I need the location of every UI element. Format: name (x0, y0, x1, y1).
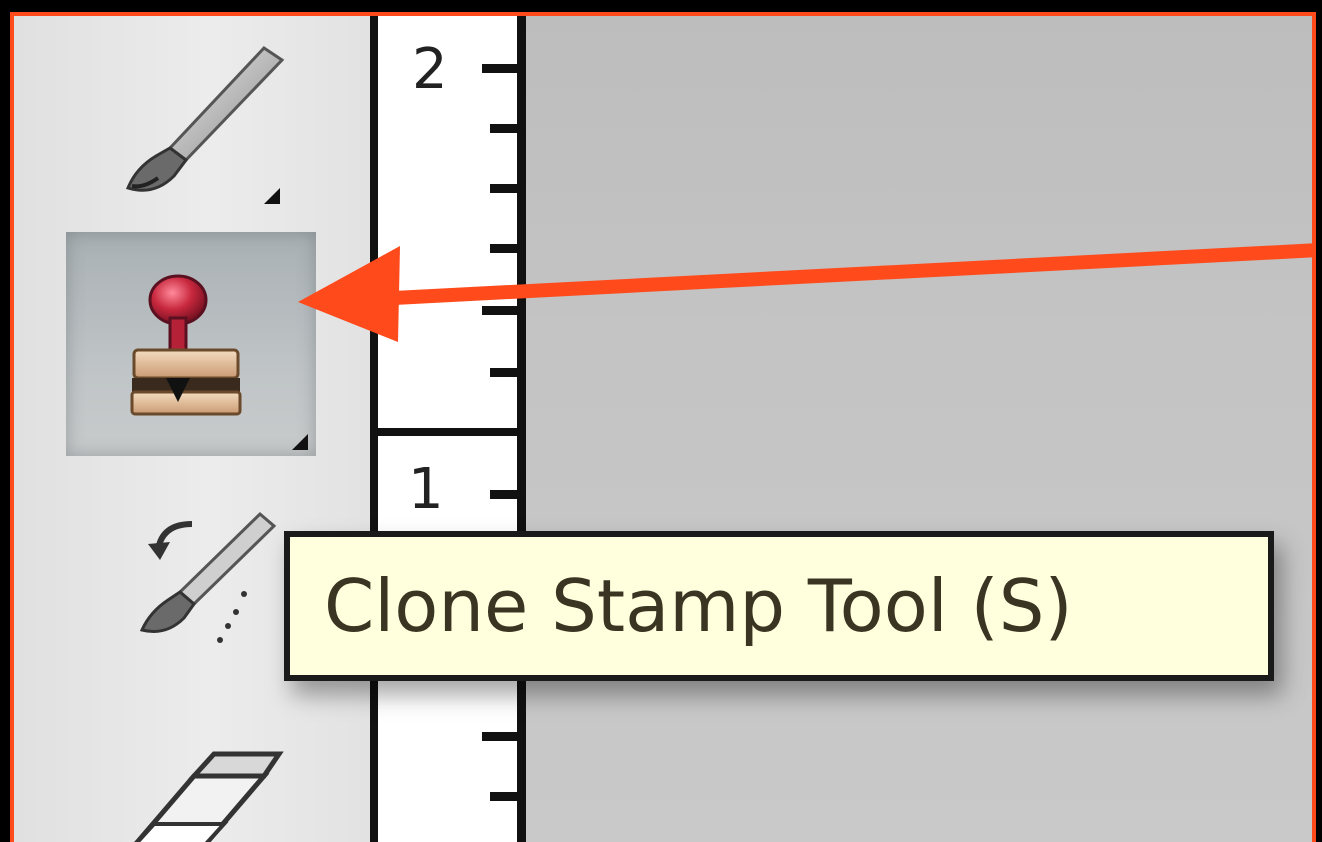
clone-stamp-icon (130, 274, 242, 416)
brush-icon (126, 46, 285, 192)
history-brush-tool[interactable] (132, 494, 292, 654)
ruler-label: 2 (412, 37, 448, 102)
brush-tool[interactable] (114, 38, 304, 208)
ruler-tick (482, 732, 526, 741)
ruler-tick (490, 490, 526, 499)
tool-tooltip: Clone Stamp Tool (S) (284, 531, 1274, 681)
annotation-border: 2 1 Clone Stamp Tool (S) (10, 12, 1316, 842)
history-brush-icon (139, 511, 277, 643)
tool-flyout-indicator (264, 188, 280, 204)
ruler-tick (490, 244, 526, 253)
ruler-tick (490, 368, 526, 377)
tool-flyout-indicator (292, 434, 308, 450)
vertical-ruler: 2 1 (370, 16, 526, 842)
ruler-edge (517, 16, 526, 842)
ruler-tick (490, 792, 526, 801)
eraser-tool[interactable] (114, 746, 284, 842)
ruler-major-tick (378, 428, 526, 436)
ruler-tick (482, 64, 526, 73)
ruler-tick (490, 184, 526, 193)
eraser-icon (134, 751, 284, 842)
document-canvas[interactable] (526, 16, 1312, 842)
screenshot-frame: 2 1 Clone Stamp Tool (S) (0, 0, 1322, 842)
ruler-tick (490, 124, 526, 133)
ruler-label: 1 (408, 457, 444, 522)
ruler-tick (482, 306, 526, 315)
tooltip-text: Clone Stamp Tool (S) (324, 564, 1073, 648)
toolbox-panel (14, 16, 370, 842)
clone-stamp-tool[interactable] (66, 232, 316, 456)
